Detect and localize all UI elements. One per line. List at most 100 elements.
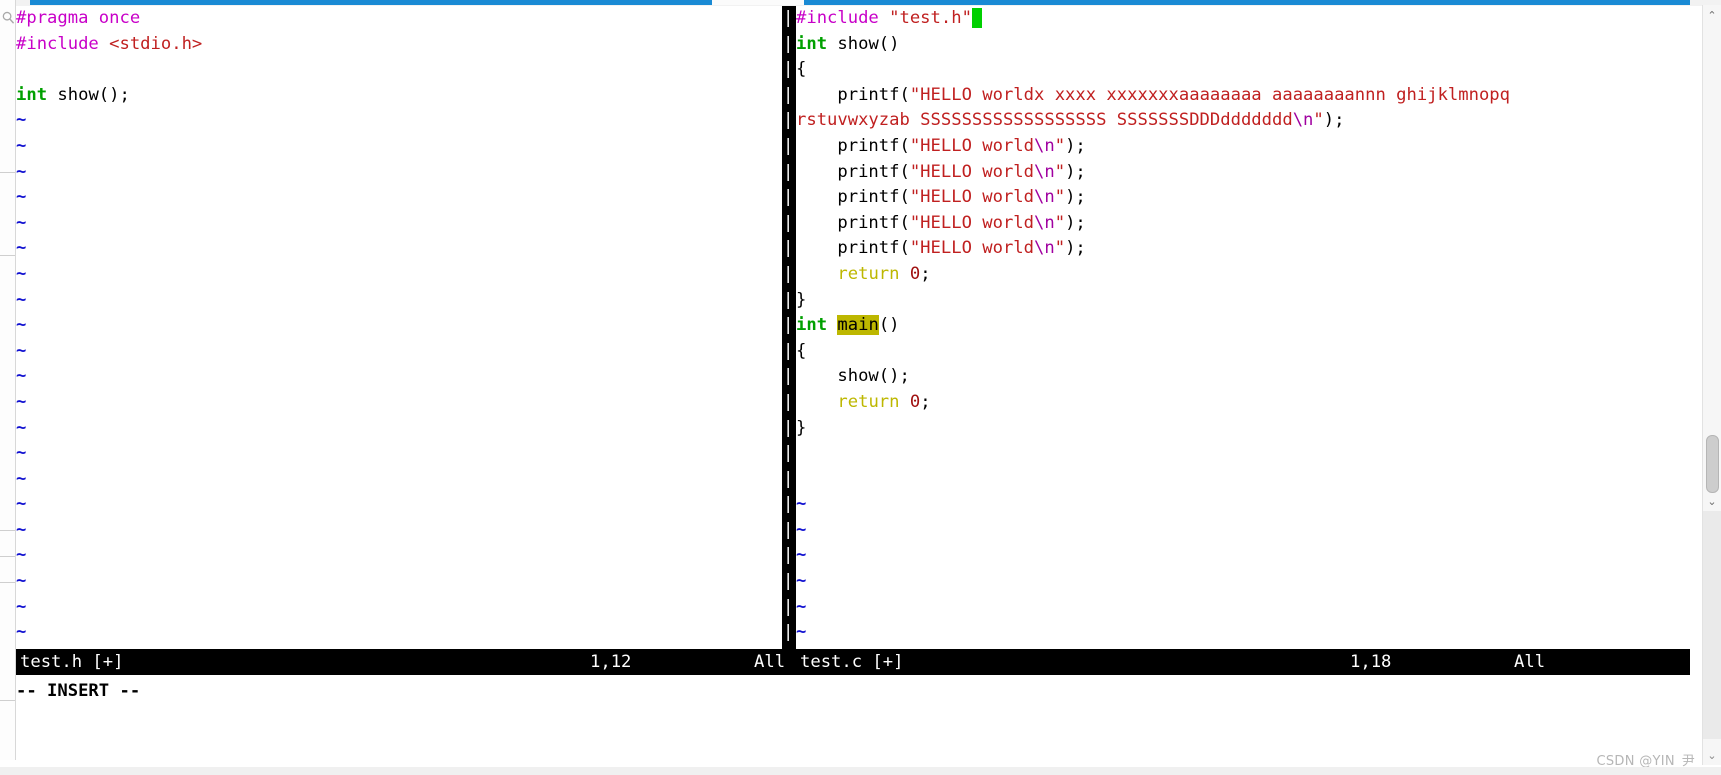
buffer-line[interactable]: #include <stdio.h> xyxy=(16,32,782,58)
divider-pipe: | xyxy=(783,364,796,390)
rail-notch xyxy=(0,700,15,701)
buffer-empty-line[interactable]: ~ xyxy=(16,620,782,646)
code-token: \n xyxy=(1034,238,1055,258)
buffer-line[interactable]: } xyxy=(796,416,1690,442)
code-token: " xyxy=(1313,110,1323,130)
code-token: ~ xyxy=(16,315,26,335)
buffer-empty-line[interactable]: ~ xyxy=(796,518,1690,544)
buffer-line[interactable] xyxy=(16,57,782,83)
scrollbar-track-lower[interactable] xyxy=(1703,511,1721,739)
divider-pipe: | xyxy=(783,543,796,569)
buffer-empty-line[interactable]: ~ xyxy=(796,620,1690,646)
divider-pipe: | xyxy=(783,32,796,58)
code-token: ~ xyxy=(16,110,26,130)
code-token: "HELLO world xyxy=(910,213,1034,233)
code-token: ~ xyxy=(796,597,806,617)
buffer-empty-line[interactable]: ~ xyxy=(796,543,1690,569)
buffer-line[interactable]: return 0; xyxy=(796,262,1690,288)
code-token: " xyxy=(1055,136,1065,156)
scrollbar-thumb[interactable] xyxy=(1706,435,1719,493)
buffer-line[interactable]: int main() xyxy=(796,313,1690,339)
divider-pipe: | xyxy=(783,313,796,339)
buffer-empty-line[interactable]: ~ xyxy=(16,595,782,621)
code-token: \n xyxy=(1034,162,1055,182)
buffer-line[interactable]: #include "test.h" xyxy=(796,6,1690,32)
buffer-line[interactable] xyxy=(796,467,1690,493)
buffer-line[interactable]: } xyxy=(796,288,1690,314)
scroll-up-arrow-icon[interactable]: ⌃ xyxy=(1703,7,1721,25)
vim-editor-window: #pragma once#include <stdio.h> int show()… xyxy=(0,0,1721,775)
code-token: ~ xyxy=(16,520,26,540)
divider-pipe: | xyxy=(783,57,796,83)
scroll-corner-arrow-icon[interactable]: ⌄ xyxy=(1703,747,1721,765)
buffer-empty-line[interactable]: ~ xyxy=(16,492,782,518)
buffer-line[interactable]: show(); xyxy=(796,364,1690,390)
buffer-empty-line[interactable]: ~ xyxy=(796,595,1690,621)
divider-pipe: | xyxy=(783,467,796,493)
code-token: printf( xyxy=(796,238,910,258)
code-token: ~ xyxy=(16,571,26,591)
buffer-line[interactable]: printf("HELLO world\n"); xyxy=(796,160,1690,186)
buffer-empty-line[interactable]: ~ xyxy=(16,211,782,237)
buffer-line[interactable]: printf("HELLO worldx xxxx xxxxxxxaaaaaaa… xyxy=(796,83,1690,109)
code-token: ~ xyxy=(16,136,26,156)
code-token: ~ xyxy=(16,597,26,617)
buffer-empty-line[interactable]: ~ xyxy=(796,569,1690,595)
buffer-line[interactable]: int show() xyxy=(796,32,1690,58)
editor-pane-left[interactable]: #pragma once#include <stdio.h> int show()… xyxy=(16,6,782,649)
code-token: ~ xyxy=(16,341,26,361)
buffer-empty-line[interactable]: ~ xyxy=(16,134,782,160)
statusline-filename-left: test.h [+] xyxy=(20,649,123,675)
buffer-empty-line[interactable]: ~ xyxy=(16,288,782,314)
code-token: int xyxy=(796,34,827,54)
buffer-empty-line[interactable]: ~ xyxy=(16,543,782,569)
search-icon[interactable] xyxy=(1,8,16,30)
buffer-line[interactable]: { xyxy=(796,57,1690,83)
vim-surface[interactable]: #pragma once#include <stdio.h> int show()… xyxy=(16,6,1690,775)
rail-notch xyxy=(0,172,15,173)
vertical-scrollbar[interactable]: ⌃ ⌄ ⌄ xyxy=(1702,5,1721,765)
buffer-line[interactable]: printf("HELLO world\n"); xyxy=(796,236,1690,262)
buffer-empty-line[interactable]: ~ xyxy=(16,262,782,288)
rail-notch xyxy=(0,556,15,557)
code-token: ~ xyxy=(16,162,26,182)
buffer-line[interactable]: int show(); xyxy=(16,83,782,109)
buffer-line[interactable]: rstuvwxyzab SSSSSSSSSSSSSSSSSS SSSSSSSDD… xyxy=(796,108,1690,134)
divider-pipe: | xyxy=(783,185,796,211)
buffer-empty-line[interactable]: ~ xyxy=(16,108,782,134)
code-token: int xyxy=(796,315,827,335)
buffer-empty-line[interactable]: ~ xyxy=(16,160,782,186)
buffer-line[interactable]: printf("HELLO world\n"); xyxy=(796,134,1690,160)
rail-notch xyxy=(0,530,15,531)
buffer-empty-line[interactable]: ~ xyxy=(16,569,782,595)
buffer-empty-line[interactable]: ~ xyxy=(16,185,782,211)
divider-pipe: | xyxy=(783,492,796,518)
buffer-empty-line[interactable]: ~ xyxy=(796,492,1690,518)
buffer-line[interactable]: return 0; xyxy=(796,390,1690,416)
buffer-empty-line[interactable]: ~ xyxy=(16,339,782,365)
buffer-empty-line[interactable]: ~ xyxy=(16,390,782,416)
buffer-empty-line[interactable]: ~ xyxy=(16,441,782,467)
buffer-line[interactable]: #pragma once xyxy=(16,6,782,32)
code-token: " xyxy=(1055,187,1065,207)
buffer-empty-line[interactable]: ~ xyxy=(16,364,782,390)
buffer-empty-line[interactable]: ~ xyxy=(16,416,782,442)
buffer-line[interactable] xyxy=(796,441,1690,467)
buffer-empty-line[interactable]: ~ xyxy=(16,313,782,339)
vertical-split-divider[interactable]: ||||||||||||||||||||||||| xyxy=(782,6,796,649)
buffer-empty-line[interactable]: ~ xyxy=(16,236,782,262)
code-token: ; xyxy=(920,392,930,412)
buffer-line[interactable]: printf("HELLO world\n"); xyxy=(796,185,1690,211)
divider-pipe: | xyxy=(783,160,796,186)
scroll-down-arrow-icon[interactable]: ⌄ xyxy=(1703,493,1721,511)
buffer-line[interactable]: printf("HELLO world\n"); xyxy=(796,211,1690,237)
code-token: ~ xyxy=(796,545,806,565)
code-token: 0 xyxy=(910,392,920,412)
code-token: printf( xyxy=(796,136,910,156)
buffer-empty-line[interactable]: ~ xyxy=(16,467,782,493)
buffer-line[interactable]: { xyxy=(796,339,1690,365)
editor-pane-right[interactable]: #include "test.h" int show(){ printf("HE… xyxy=(796,6,1690,649)
buffer-empty-line[interactable]: ~ xyxy=(16,518,782,544)
code-token: printf( xyxy=(796,213,910,233)
code-token: () xyxy=(879,315,900,335)
